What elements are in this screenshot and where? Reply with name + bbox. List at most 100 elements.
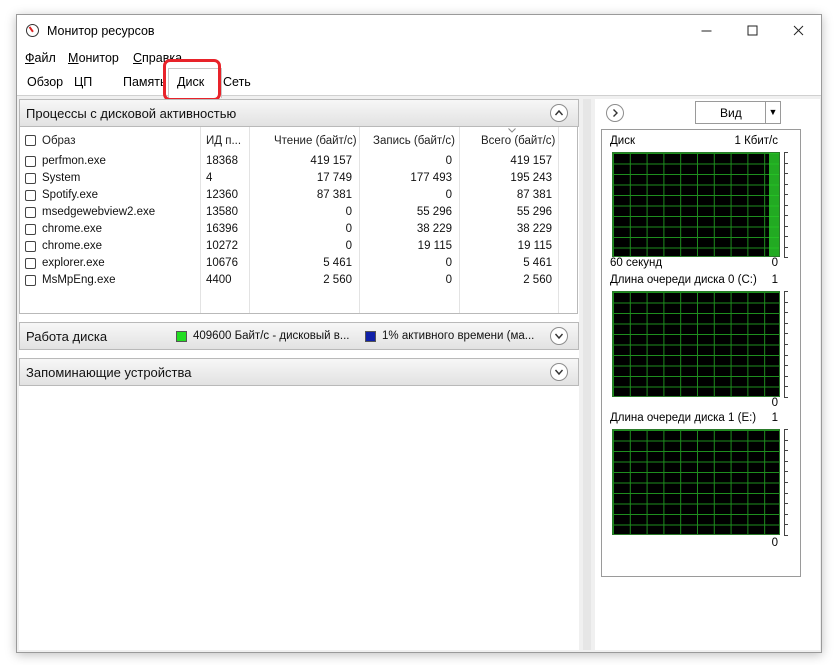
row-checkbox[interactable] [25, 224, 36, 235]
tab-cpu[interactable]: ЦП [74, 75, 92, 89]
graph-axis-tick [784, 524, 788, 526]
process-total: 87 381 [516, 189, 552, 201]
menu-help[interactable]: Справка [133, 51, 182, 65]
active-time-legend: 1% активного времени (ма... [382, 330, 535, 342]
process-total: 5 461 [523, 257, 552, 269]
minimize-icon [701, 30, 711, 32]
graph-axis-tick [784, 535, 788, 536]
column-header-total[interactable]: Всего (байт/с) [481, 135, 555, 147]
select-all-checkbox[interactable] [25, 135, 36, 146]
graph-axis-tick [784, 354, 788, 356]
graph-axis-tick [784, 375, 788, 377]
graph-axis-tick [784, 162, 788, 164]
graph-axis-tick [784, 333, 788, 335]
process-image: Spotify.exe [42, 189, 99, 201]
graph-axis-tick [784, 215, 788, 216]
storage-section-header[interactable]: Запоминающие устройства [19, 358, 579, 386]
process-write: 55 296 [416, 206, 452, 218]
storage-section-title: Запоминающие устройства [26, 365, 192, 380]
collapse-processes-button[interactable] [550, 104, 568, 122]
row-checkbox[interactable] [25, 207, 36, 218]
chevron-down-icon [554, 333, 564, 340]
sort-descending-icon [508, 128, 516, 133]
chevron-up-icon [554, 109, 564, 116]
tab-overview[interactable]: Обзор [27, 75, 63, 89]
disk-activity-section-header[interactable]: Работа диска 409600 Байт/с - дисковый в.… [19, 322, 579, 350]
graphs-frame: Диск 1 Кбит/с 60 секунд 0 Длина очереди … [601, 129, 801, 577]
menu-monitor[interactable]: Монитор [68, 51, 119, 65]
process-image: MsMpEng.exe [42, 274, 116, 286]
process-pid: 10272 [206, 240, 238, 252]
tab-network[interactable]: Сеть [223, 75, 251, 89]
process-pid: 4400 [206, 274, 232, 286]
table-row[interactable]: perfmon.exe 18368 419 157 0 419 157 [20, 153, 558, 170]
collapse-right-panel-button[interactable] [606, 104, 624, 122]
column-header-read[interactable]: Чтение (байт/с) [274, 135, 357, 147]
table-row[interactable]: msedgewebview2.exe 13580 0 55 296 55 296 [20, 204, 558, 221]
close-icon [793, 25, 803, 36]
process-pid: 4 [206, 172, 213, 184]
processes-section-header[interactable]: Процессы с дисковой активностью [19, 99, 579, 127]
row-checkbox[interactable] [25, 190, 36, 201]
process-write: 38 229 [416, 223, 452, 235]
table-row[interactable]: MsMpEng.exe 4400 2 560 0 2 560 [20, 272, 558, 289]
queue-c-graph-max: 1 [771, 274, 778, 286]
column-header-write[interactable]: Запись (байт/с) [373, 135, 455, 147]
disk-activity-fill [769, 153, 779, 256]
graph-axis-tick [784, 439, 788, 441]
process-image: chrome.exe [42, 240, 103, 252]
process-write: 0 [445, 257, 452, 269]
graph-axis-tick [784, 152, 788, 153]
menu-file[interactable]: Файл [25, 51, 56, 65]
disk-graph-title: Диск [610, 135, 635, 147]
process-total: 38 229 [516, 223, 552, 235]
tab-disk-label: Диск [177, 75, 205, 89]
graph-axis-tick [784, 236, 788, 237]
process-read: 2 560 [323, 274, 352, 286]
row-checkbox[interactable] [25, 156, 36, 167]
process-pid: 13580 [206, 206, 238, 218]
panel-splitter[interactable] [583, 99, 591, 650]
column-header-image[interactable]: Образ [42, 135, 75, 147]
expand-storage-button[interactable] [550, 363, 568, 381]
tab-disk[interactable]: Диск [168, 68, 222, 98]
queue-e-graph-title: Длина очереди диска 1 (E:) [610, 412, 757, 424]
graph-axis-tick [784, 257, 788, 258]
graph-axis-tick [784, 183, 788, 185]
process-write: 177 493 [410, 172, 452, 184]
row-checkbox[interactable] [25, 241, 36, 252]
maximize-button[interactable] [729, 15, 775, 47]
process-total: 2 560 [523, 274, 552, 286]
table-row[interactable]: chrome.exe 10272 0 19 115 19 115 [20, 238, 558, 255]
dropdown-arrow-icon[interactable]: ▼ [765, 102, 780, 123]
row-checkbox[interactable] [25, 275, 36, 286]
queue-e-graph-max: 1 [771, 412, 778, 424]
queue-e-graph-min: 0 [771, 537, 778, 549]
process-total: 419 157 [510, 155, 552, 167]
table-row[interactable]: chrome.exe 16396 0 38 229 38 229 [20, 221, 558, 238]
graph-axis-tick [784, 344, 788, 345]
close-button[interactable] [775, 15, 821, 47]
title-bar[interactable]: Монитор ресурсов [17, 15, 821, 47]
column-header-pid[interactable]: ИД п... [206, 135, 241, 147]
processes-table: Образ ИД п... Чтение (байт/с) Запись (ба… [19, 127, 578, 314]
right-panel: Вид ▼ Диск 1 Кбит/с 60 секунд 0 Длина оч… [595, 99, 820, 650]
graph-axis-tick [784, 312, 788, 314]
expand-disk-activity-button[interactable] [550, 327, 568, 345]
process-pid: 10676 [206, 257, 238, 269]
disk-io-legend-swatch [176, 331, 187, 342]
table-row[interactable]: System 4 17 749 177 493 195 243 [20, 170, 558, 187]
graph-axis-tick [784, 429, 788, 430]
graph-axis-tick [784, 503, 788, 505]
table-row[interactable]: Spotify.exe 12360 87 381 0 87 381 [20, 187, 558, 204]
view-dropdown[interactable]: Вид ▼ [695, 101, 781, 124]
table-row[interactable]: explorer.exe 10676 5 461 0 5 461 [20, 255, 558, 272]
row-checkbox[interactable] [25, 173, 36, 184]
disk-graph-min: 0 [771, 257, 778, 269]
queue-c-graph-min: 0 [771, 397, 778, 409]
row-checkbox[interactable] [25, 258, 36, 269]
tab-memory[interactable]: Память [123, 75, 167, 89]
minimize-button[interactable] [683, 15, 729, 47]
graph-axis-tick [784, 365, 788, 367]
window-title: Монитор ресурсов [47, 24, 155, 38]
